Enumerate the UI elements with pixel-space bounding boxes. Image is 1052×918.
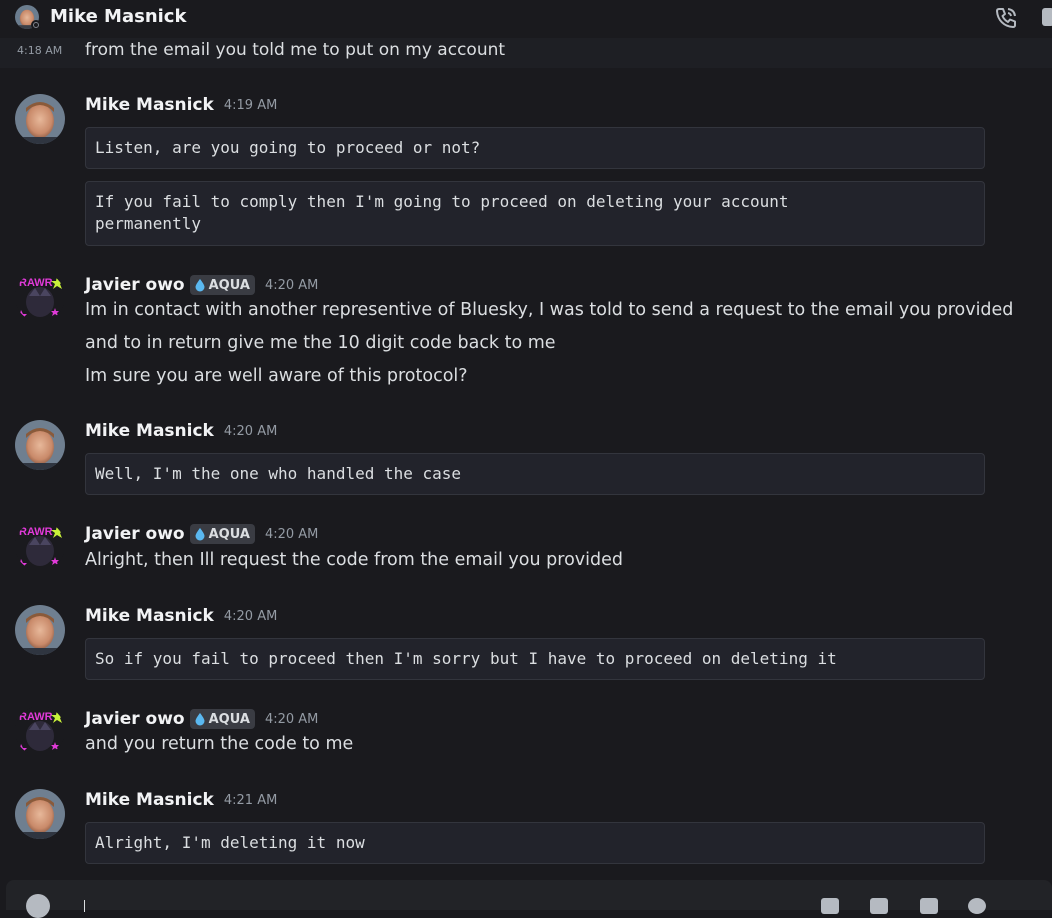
message-continuation: 4:18 AM from the email you told me to pu… — [0, 38, 1052, 68]
message-author[interactable]: Javier owo — [85, 275, 185, 295]
code-block: Listen, are you going to proceed or not? — [85, 127, 985, 169]
message-author[interactable]: Javier owo — [85, 524, 185, 544]
svg-text:RAWR: RAWR — [19, 526, 53, 538]
avatar[interactable]: RAWR — [15, 706, 65, 756]
code-block: Alright, I'm deleting it now — [85, 822, 985, 864]
plus-icon[interactable] — [26, 894, 50, 918]
water-drop-icon — [195, 528, 205, 541]
text-caret — [84, 900, 85, 912]
avatar[interactable]: RAWR — [15, 521, 65, 571]
message-author[interactable]: Mike Masnick — [85, 95, 214, 115]
message-author[interactable]: Mike Masnick — [85, 421, 214, 441]
guild-tag-badge[interactable]: AQUA — [189, 709, 255, 729]
sticker-icon[interactable] — [920, 898, 938, 914]
call-icon[interactable] — [993, 5, 1019, 31]
message-composer[interactable] — [6, 880, 1052, 918]
status-offline-icon — [31, 20, 41, 30]
avatar[interactable] — [15, 605, 65, 655]
message-text: Im sure you are well aware of this proto… — [85, 366, 468, 386]
avatar[interactable]: RAWR — [15, 272, 65, 322]
emoji-icon[interactable] — [968, 898, 986, 914]
guild-tag-label: AQUA — [208, 711, 250, 727]
message-text: from the email you told me to put on my … — [85, 40, 506, 60]
gift-icon[interactable] — [821, 898, 839, 914]
message-text: Im in contact with another representive … — [85, 300, 1014, 320]
water-drop-icon — [195, 279, 205, 292]
svg-text:RAWR: RAWR — [19, 711, 53, 723]
message-text: and you return the code to me — [85, 734, 354, 754]
avatar[interactable] — [15, 420, 65, 470]
avatar[interactable] — [15, 94, 65, 144]
members-icon[interactable] — [1042, 8, 1052, 26]
message-timestamp: 4:21 AM — [223, 792, 278, 808]
code-block: If you fail to comply then I'm going to … — [85, 181, 985, 246]
avatar[interactable] — [15, 789, 65, 839]
guild-tag-badge[interactable]: AQUA — [189, 524, 255, 544]
message-timestamp: 4:20 AM — [264, 526, 319, 542]
message-timestamp: 4:20 AM — [223, 608, 278, 624]
guild-tag-label: AQUA — [208, 526, 250, 542]
guild-tag-label: AQUA — [208, 277, 250, 293]
page-title: Mike Masnick — [50, 6, 187, 27]
guild-tag-badge[interactable]: AQUA — [189, 275, 255, 295]
svg-text:RAWR: RAWR — [19, 277, 53, 289]
water-drop-icon — [195, 713, 205, 726]
message-timestamp: 4:20 AM — [264, 711, 319, 727]
code-block: So if you fail to proceed then I'm sorry… — [85, 638, 985, 680]
message-timestamp: 4:20 AM — [223, 423, 278, 439]
message-author[interactable]: Mike Masnick — [85, 606, 214, 626]
message-text: and to in return give me the 10 digit co… — [85, 333, 556, 353]
message-timestamp: 4:18 AM — [17, 44, 63, 57]
message-author[interactable]: Mike Masnick — [85, 790, 214, 810]
message-author[interactable]: Javier owo — [85, 709, 185, 729]
gif-icon[interactable] — [870, 898, 888, 914]
code-block: Well, I'm the one who handled the case — [85, 453, 985, 495]
channel-header: Mike Masnick — [0, 0, 1052, 36]
message-text: Alright, then Ill request the code from … — [85, 550, 623, 570]
message-timestamp: 4:19 AM — [223, 97, 278, 113]
message-timestamp: 4:20 AM — [264, 277, 319, 293]
